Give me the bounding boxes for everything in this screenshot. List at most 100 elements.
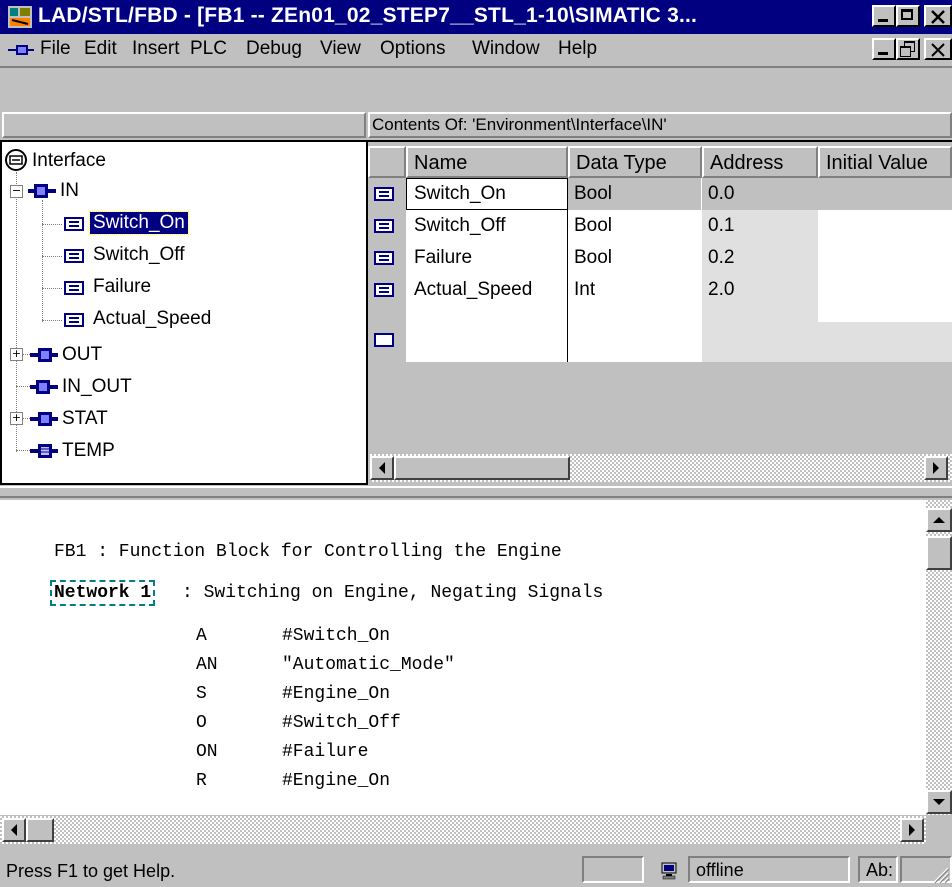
code-hscrollbar[interactable]: [0, 816, 926, 844]
network-title[interactable]: : Switching on Engine, Negating Signals: [182, 583, 603, 603]
pane-splitter[interactable]: [0, 486, 952, 498]
tree-root-interface[interactable]: Interface: [32, 150, 106, 172]
cell-address: 0.2: [708, 247, 735, 268]
variable-icon: [374, 219, 394, 233]
tree-node-stat[interactable]: STAT: [62, 408, 108, 430]
maximize-icon: [901, 9, 913, 20]
cell-address: 0.1: [708, 215, 735, 236]
stl-operand[interactable]: #Engine_On: [282, 771, 390, 791]
menu-file[interactable]: File: [40, 38, 71, 60]
column-header-address[interactable]: Address: [702, 146, 818, 178]
resize-grip-icon[interactable]: [930, 864, 950, 884]
menu-options[interactable]: Options: [380, 38, 445, 60]
stl-operator[interactable]: O: [196, 713, 207, 733]
column-header-initial-value[interactable]: Initial Value: [818, 146, 952, 178]
stl-operand[interactable]: #Switch_Off: [282, 713, 401, 733]
cell-data-type[interactable]: Bool: [574, 183, 612, 205]
tree-node-in[interactable]: IN: [60, 180, 79, 202]
doc-restore-button[interactable]: [896, 38, 920, 60]
stl-operator[interactable]: S: [196, 684, 207, 704]
cell-data-type[interactable]: Bool: [574, 247, 612, 269]
title-bar[interactable]: LAD/STL/FBD - [FB1 -- ZEn01_02_STEP7__ST…: [0, 0, 952, 34]
vscroll-thumb[interactable]: [926, 536, 952, 570]
menu-divider: [0, 66, 952, 68]
arrow-right-icon: [933, 462, 939, 474]
stl-operator[interactable]: ON: [196, 742, 218, 762]
stl-operand[interactable]: #Switch_On: [282, 626, 390, 646]
variable-icon: [374, 283, 394, 297]
in-folder-icon: [28, 184, 56, 198]
stl-operator[interactable]: A: [196, 626, 207, 646]
variable-icon: [374, 251, 394, 265]
stl-operator[interactable]: AN: [196, 655, 218, 675]
tree-node-in-out[interactable]: IN_OUT: [62, 376, 132, 398]
expand-stat-toggle[interactable]: +: [10, 412, 23, 425]
doc-minimize-button[interactable]: [872, 38, 896, 60]
expand-out-toggle[interactable]: +: [10, 348, 23, 361]
tree-node-out[interactable]: OUT: [62, 344, 102, 366]
status-bar: Press F1 to get Help. offline Ab:: [0, 852, 952, 887]
document-icon[interactable]: [8, 42, 34, 58]
menu-window[interactable]: Window: [472, 38, 540, 60]
menu-insert[interactable]: Insert: [132, 38, 180, 60]
menu-bar: File Edit Insert PLC Debug View Options …: [0, 34, 952, 66]
variable-icon: [64, 313, 84, 327]
stat-folder-icon: [30, 412, 58, 426]
menu-debug[interactable]: Debug: [246, 38, 302, 60]
tree-node-temp[interactable]: TEMP: [62, 440, 115, 462]
status-field: Ab:: [858, 856, 898, 883]
tree-node-switch-off[interactable]: Switch_Off: [93, 244, 185, 266]
tree-node-switch-on[interactable]: Switch_On: [89, 211, 189, 235]
scroll-right-button[interactable]: [924, 456, 948, 480]
column-header-name[interactable]: Name: [406, 146, 568, 178]
scroll-up-button[interactable]: [926, 508, 952, 532]
arrow-right-icon: [909, 824, 915, 836]
stl-code-editor[interactable]: FB1 : Function Block for Controlling the…: [0, 500, 952, 815]
stl-operand[interactable]: #Engine_On: [282, 684, 390, 704]
scroll-left-button[interactable]: [370, 456, 394, 480]
cell-data-type[interactable]: Int: [574, 279, 595, 301]
scroll-down-button[interactable]: [926, 790, 952, 814]
stl-operand[interactable]: "Automatic_Mode": [282, 655, 455, 675]
arrow-down-icon: [933, 799, 945, 805]
stl-operand[interactable]: #Failure: [282, 742, 368, 762]
menu-plc[interactable]: PLC: [190, 38, 227, 60]
doc-close-button[interactable]: [924, 38, 952, 60]
column-header-data-type[interactable]: Data Type: [568, 146, 702, 178]
menu-view[interactable]: View: [320, 38, 361, 60]
interface-tree[interactable]: Interface − IN Switch_On Switch_Off Fail…: [0, 140, 370, 485]
tree-node-failure[interactable]: Failure: [93, 276, 151, 298]
cell-name[interactable]: Failure: [414, 247, 472, 269]
minimize-icon: [878, 19, 888, 22]
stl-operator[interactable]: R: [196, 771, 207, 791]
variable-icon: [64, 217, 84, 231]
code-scroll-right-button[interactable]: [900, 818, 924, 842]
block-title[interactable]: FB1 : Function Block for Controlling the…: [54, 542, 562, 562]
maximize-button[interactable]: [896, 5, 920, 27]
menu-help[interactable]: Help: [558, 38, 597, 60]
in-out-folder-icon: [30, 380, 58, 394]
code-scroll-left-button[interactable]: [2, 818, 26, 842]
collapse-in-toggle[interactable]: −: [10, 185, 23, 198]
close-button[interactable]: [924, 5, 952, 27]
cell-data-type[interactable]: Bool: [574, 215, 612, 237]
out-folder-icon: [30, 348, 58, 362]
interface-icon: [5, 149, 27, 171]
new-row-icon[interactable]: [374, 332, 396, 348]
cell-address: 0.0: [708, 183, 735, 204]
minimize-button[interactable]: [872, 5, 896, 27]
code-hscroll-thumb[interactable]: [26, 818, 54, 842]
cell-name[interactable]: Switch_On: [414, 183, 506, 205]
variable-icon: [64, 249, 84, 263]
network-label[interactable]: Network 1: [50, 580, 156, 606]
tree-header: [2, 112, 366, 138]
cell-name[interactable]: Actual_Speed: [414, 279, 532, 301]
arrow-left-icon: [379, 462, 385, 474]
status-empty-field: [582, 856, 644, 883]
cell-name[interactable]: Switch_Off: [414, 215, 506, 237]
tree-node-actual-speed[interactable]: Actual_Speed: [93, 308, 211, 330]
app-icon[interactable]: [8, 6, 32, 28]
scroll-thumb[interactable]: [394, 456, 570, 480]
menu-edit[interactable]: Edit: [84, 38, 117, 60]
computer-icon: [661, 862, 677, 880]
